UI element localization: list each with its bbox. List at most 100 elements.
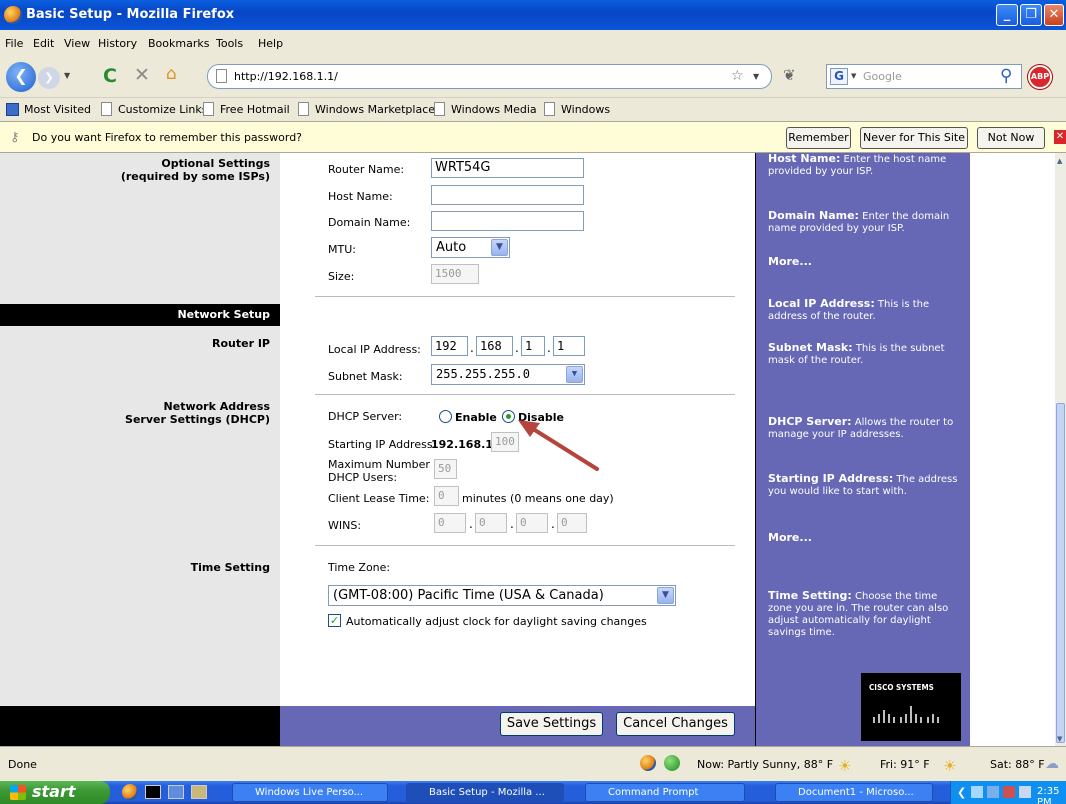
weather-saturday[interactable]: Sat: 88° F <box>990 758 1045 771</box>
divider <box>315 545 735 546</box>
lease-time-label: Client Lease Time: <box>328 492 430 505</box>
close-button[interactable]: ✕ <box>1044 4 1064 26</box>
local-ip-octet-3[interactable]: 1 <box>521 336 545 356</box>
bookmark-customize-links[interactable]: Customize Links <box>118 103 208 116</box>
cancel-changes-button[interactable]: Cancel Changes <box>616 712 735 736</box>
partly-sunny-icon: ☀ <box>943 757 957 775</box>
never-for-this-site-button[interactable]: Never for This Site <box>860 127 968 149</box>
task-windows-live[interactable]: Windows Live Perso... <box>232 783 388 802</box>
help-title: Subnet Mask: <box>768 341 853 354</box>
dhcp-enable-radio[interactable] <box>439 410 452 423</box>
home-icon[interactable]: ⌂ <box>166 64 177 84</box>
task-command-prompt[interactable]: Command Prompt <box>585 783 745 802</box>
divider <box>315 296 735 297</box>
save-settings-button[interactable]: Save Settings <box>500 712 603 736</box>
tray-icon[interactable] <box>987 786 999 798</box>
time-zone-label: Time Zone: <box>328 561 391 574</box>
tray-icon[interactable] <box>971 786 983 798</box>
not-now-button[interactable]: Not Now <box>977 127 1045 149</box>
tray-icon[interactable] <box>1019 786 1031 798</box>
max-users-label-line-1: Maximum Number of <box>328 458 444 471</box>
forward-arrow-icon[interactable]: ❯ <box>38 67 60 89</box>
time-zone-select[interactable]: (GMT-08:00) Pacific Time (USA & Canada) … <box>328 585 676 606</box>
tray-arrow-icon[interactable]: ❮ <box>957 786 966 799</box>
bookmark-windows-media[interactable]: Windows Media <box>451 103 537 116</box>
scroll-down-icon[interactable]: ▼ <box>1057 735 1062 743</box>
local-ip-octet-2[interactable]: 168 <box>476 336 513 356</box>
lease-time-input[interactable]: 0 <box>434 486 459 506</box>
start-button[interactable]: start <box>0 781 110 804</box>
help-more-link-2[interactable]: More... <box>768 531 812 544</box>
menu-view[interactable]: View <box>64 37 90 50</box>
firefox-icon <box>4 6 22 24</box>
bookmark-free-hotmail[interactable]: Free Hotmail <box>220 103 290 116</box>
bookmark-windows-marketplace[interactable]: Windows Marketplace <box>315 103 435 116</box>
bookmark-windows[interactable]: Windows <box>561 103 610 116</box>
adblock-icon[interactable]: ABP <box>1028 65 1052 89</box>
cisco-bridge-icon <box>873 706 939 723</box>
menu-history[interactable]: History <box>98 37 137 50</box>
wins-octet-4[interactable]: 0 <box>557 513 587 533</box>
bookmark-star-icon[interactable]: ☆ <box>731 68 744 84</box>
vertical-scrollbar[interactable]: ▲ ▼ <box>1055 153 1066 746</box>
scroll-up-icon[interactable]: ▲ <box>1057 157 1062 165</box>
help-more-link-1[interactable]: More... <box>768 255 812 268</box>
google-icon[interactable]: G <box>830 68 848 85</box>
search-input[interactable]: G ▼ Google <box>826 64 1022 89</box>
cloud-icon: ☁ <box>1045 756 1059 772</box>
mtu-size-input[interactable]: 1500 <box>431 264 479 284</box>
reload-icon[interactable]: C <box>103 65 117 87</box>
quicklaunch-desktop-icon[interactable] <box>168 785 184 799</box>
router-name-input[interactable]: WRT54G <box>431 158 584 178</box>
domain-name-input[interactable] <box>431 211 584 231</box>
tray-icon[interactable] <box>1003 786 1015 798</box>
menu-edit[interactable]: Edit <box>33 37 54 50</box>
menu-tools[interactable]: Tools <box>216 37 243 50</box>
task-document1-word[interactable]: Document1 - Microso... <box>775 783 933 802</box>
section-dhcp: Network Address Server Settings (DHCP) <box>110 400 280 426</box>
quicklaunch-cmd-icon[interactable] <box>145 785 161 799</box>
section-optional-settings: Optional Settings (required by some ISPs… <box>110 157 280 183</box>
mtu-select[interactable]: Auto ▼ <box>431 237 510 258</box>
notification-close-icon[interactable]: ✕ <box>1054 130 1066 144</box>
status-bar: Done Now: Partly Sunny, 88° F ☀ Fri: 91°… <box>0 746 1066 781</box>
weather-friday[interactable]: Fri: 91° F <box>880 758 930 771</box>
scrollbar-thumb[interactable] <box>1056 403 1065 743</box>
max-users-input[interactable]: 50 <box>434 459 457 479</box>
menu-help[interactable]: Help <box>258 37 283 50</box>
annotation-arrow-icon <box>518 420 599 471</box>
search-engine-dropdown-icon[interactable]: ▼ <box>851 72 856 80</box>
search-magnifier-icon[interactable]: ⚲ <box>1000 66 1012 86</box>
remember-button[interactable]: Remember <box>786 127 851 149</box>
ip-separator: . <box>515 341 519 355</box>
security-status-icon[interactable] <box>664 755 680 771</box>
back-arrow-icon[interactable]: ❮ <box>6 62 36 92</box>
stop-icon[interactable]: ✕ <box>134 64 150 86</box>
wins-octet-2[interactable]: 0 <box>475 513 507 533</box>
url-dropdown-icon[interactable]: ▼ <box>753 72 759 81</box>
weather-now[interactable]: Now: Partly Sunny, 88° F <box>697 758 833 771</box>
local-ip-octet-4[interactable]: 1 <box>553 336 585 356</box>
minimize-button[interactable]: _ <box>996 4 1018 26</box>
menu-file[interactable]: File <box>5 37 23 50</box>
task-basic-setup-firefox[interactable]: Basic Setup - Mozilla ... <box>406 783 564 802</box>
wins-octet-3[interactable]: 0 <box>516 513 548 533</box>
quicklaunch-network-icon[interactable] <box>191 785 207 799</box>
bookmark-most-visited[interactable]: Most Visited <box>24 103 91 116</box>
url-bar[interactable]: http://192.168.1.1/ ☆ ▼ <box>207 64 772 89</box>
host-name-input[interactable] <box>431 185 584 205</box>
footer-left <box>0 706 280 746</box>
section-subtitle: Server Settings (DHCP) <box>125 413 270 426</box>
section-label-column: Optional Settings (required by some ISPs… <box>0 153 280 706</box>
dst-checkbox[interactable]: ✓ <box>328 614 341 627</box>
firefox-status-icon[interactable] <box>640 755 656 771</box>
subnet-mask-select[interactable]: 255.255.255.0 ▼ <box>431 364 585 385</box>
local-ip-octet-1[interactable]: 192 <box>431 336 468 356</box>
menu-bookmarks[interactable]: Bookmarks <box>148 37 209 50</box>
wins-octet-1[interactable]: 0 <box>434 513 466 533</box>
quicklaunch-firefox-icon[interactable] <box>122 784 138 800</box>
clock[interactable]: 2:35 PM <box>1037 786 1066 804</box>
history-dropdown-icon[interactable]: ▼ <box>64 71 70 80</box>
maximize-button[interactable]: ❐ <box>1020 4 1042 26</box>
feed-icon[interactable]: ❦ <box>783 66 796 84</box>
